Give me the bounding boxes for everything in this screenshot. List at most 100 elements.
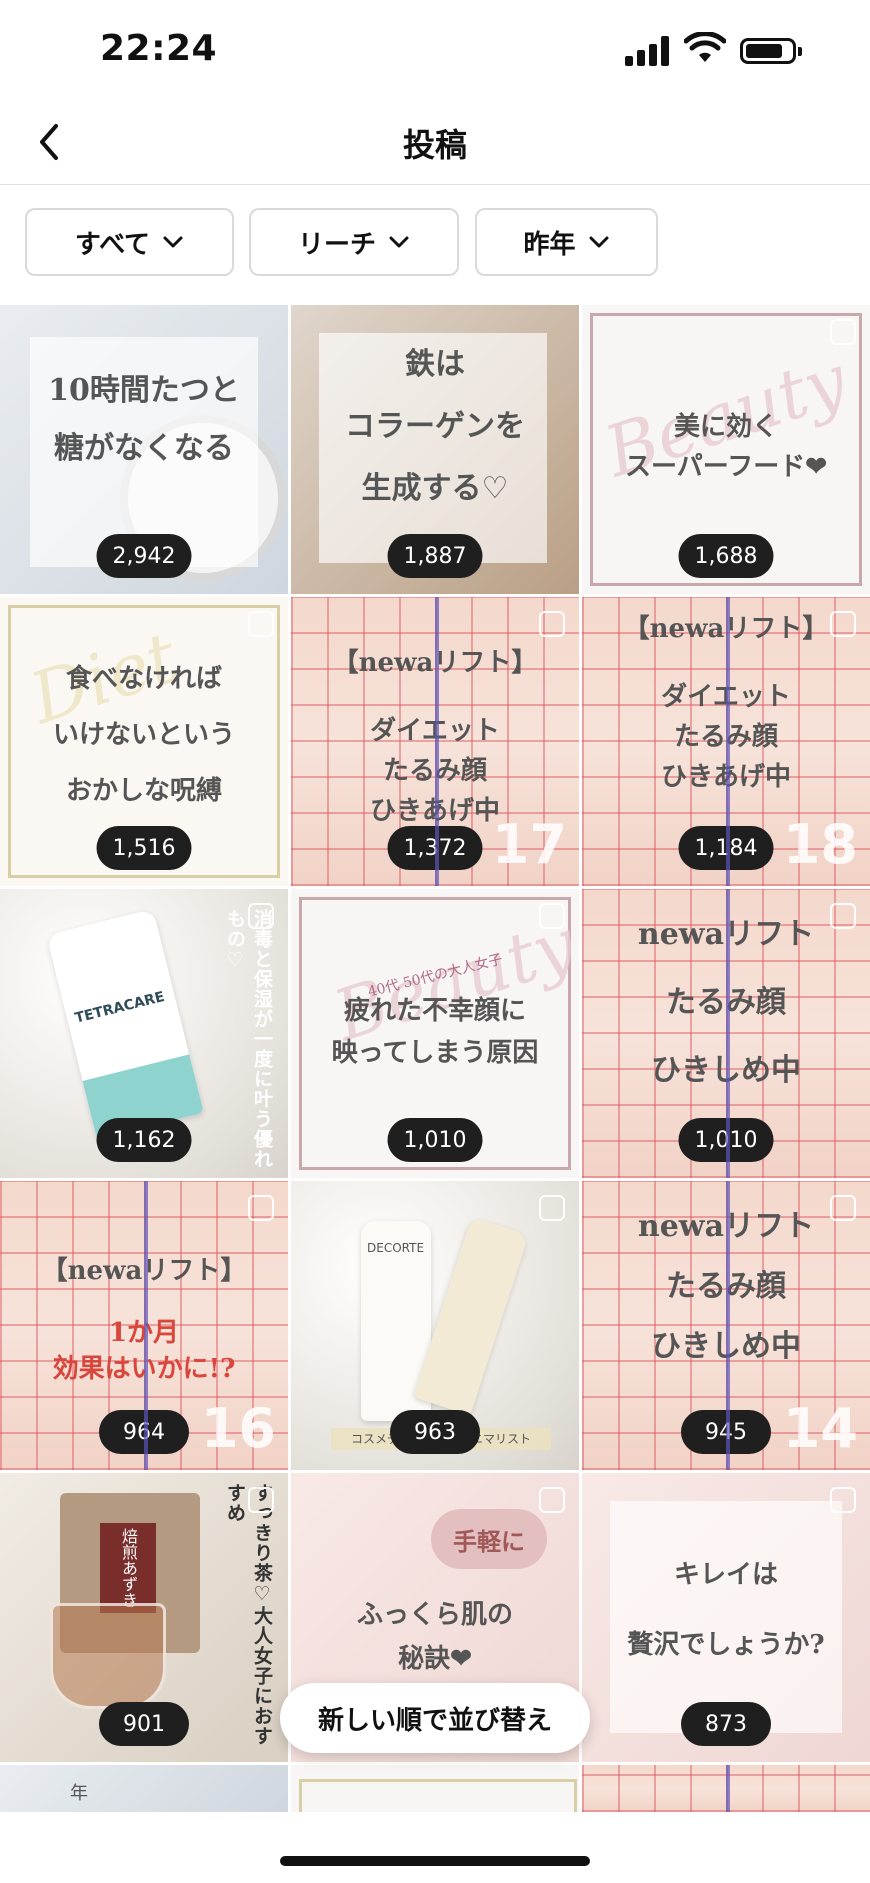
post-thumbnail[interactable]: Diet 食べなければ いけないという おかしな呪縛 1,516	[0, 597, 288, 886]
select-checkbox[interactable]	[539, 1487, 565, 1513]
post-text-line: 年	[70, 1783, 88, 1804]
post-thumbnail[interactable]	[291, 1765, 579, 1812]
product-brand: TETRACARE	[73, 988, 167, 1027]
select-checkbox[interactable]	[830, 1487, 856, 1513]
page-title: 投稿	[402, 126, 467, 164]
select-checkbox[interactable]	[248, 1195, 274, 1221]
post-text-line: 疲れた不幸顔に	[343, 996, 526, 1026]
post-thumbnail[interactable]: 鉄は コラーゲンを 生成する♡ 1,887	[291, 305, 579, 594]
post-text-line: おかしな呪縛	[65, 776, 222, 806]
post-text-line: 食べなければ	[65, 664, 222, 694]
filter-metric-label: リーチ	[297, 229, 376, 260]
reach-count-badge: 1,516	[96, 826, 192, 870]
post-thumbnail[interactable]: 【newaリフト】 ダイエット たるみ顔 ひきあげ中 18 1,184	[582, 597, 870, 886]
post-text-line: 【newaリフト】	[41, 1256, 247, 1286]
post-text-line: ダイエット	[661, 682, 791, 712]
filter-metric-dropdown[interactable]: リーチ	[249, 208, 459, 276]
post-number-overlay: 16	[200, 1397, 276, 1460]
post-thumbnail[interactable]: 10時間たつと 糖がなくなる 2,942	[0, 305, 288, 594]
filter-period-label: 昨年	[523, 229, 576, 260]
post-thumbnail[interactable]: DECORTE コスメデコルテ ミニマリスト 963	[291, 1181, 579, 1470]
post-vertical-text: すっきり茶♡大人女子におすすめ	[224, 1483, 273, 1746]
post-text-line: newaリフト	[637, 917, 815, 952]
select-checkbox[interactable]	[539, 1195, 565, 1221]
post-thumbnail[interactable]: Beauty 美に効く スーパーフード❤ 1,688	[582, 305, 870, 594]
reach-count-badge: 1,162	[96, 1118, 192, 1162]
reach-count-badge: 1,010	[678, 1118, 774, 1162]
wifi-icon	[684, 32, 726, 62]
chevron-down-icon	[163, 236, 183, 248]
post-text-line: いけないという	[52, 720, 235, 750]
select-checkbox[interactable]	[248, 1487, 274, 1513]
package-label: 焙煎あずき	[100, 1523, 156, 1613]
post-thumbnail[interactable]: Beauty 40代 50代の大人女子 疲れた不幸顔に 映ってしまう原因 1,0…	[291, 889, 579, 1178]
select-checkbox[interactable]	[830, 319, 856, 345]
post-thumbnail[interactable]: newaリフト たるみ顔 ひきしめ中 14 945	[582, 1181, 870, 1470]
select-checkbox[interactable]	[248, 611, 274, 637]
reach-count-badge: 1,688	[678, 534, 774, 578]
filter-type-label: すべて	[74, 229, 151, 260]
post-text-line: たるみ顔	[666, 1269, 786, 1304]
post-text-line: コラーゲンを	[345, 409, 525, 444]
reach-count-badge: 1,372	[387, 826, 483, 870]
post-badge: 手軽に	[431, 1509, 547, 1569]
post-text-line: ひきあげ中	[660, 762, 791, 792]
chevron-down-icon	[589, 236, 608, 248]
post-number-overlay: 18	[782, 813, 858, 876]
reach-count-badge: 1,184	[678, 826, 774, 870]
reach-count-badge: 1,887	[387, 534, 483, 578]
reach-count-badge: 964	[99, 1410, 189, 1454]
post-thumbnail[interactable]	[582, 1765, 870, 1812]
post-text-line: 【newaリフト】	[332, 648, 538, 678]
select-checkbox[interactable]	[539, 611, 565, 637]
post-text-line: 秘訣❤	[398, 1644, 472, 1674]
reach-count-badge: 945	[681, 1410, 771, 1454]
select-checkbox[interactable]	[539, 903, 565, 929]
status-bar: 22:24	[0, 0, 870, 100]
reach-count-badge: 873	[681, 1702, 771, 1746]
post-text-line: 10時間たつと	[48, 373, 240, 408]
home-indicator[interactable]	[280, 1856, 590, 1866]
post-text-line: たるみ顔	[673, 722, 778, 752]
post-text-line: たるみ顔	[666, 985, 786, 1020]
post-thumbnail[interactable]: 焙煎あずき すっきり茶♡大人女子におすすめ 901	[0, 1473, 288, 1762]
post-text-line: newaリフト	[637, 1209, 815, 1244]
post-thumbnail[interactable]: 【newaリフト】 ダイエット たるみ顔 ひきあげ中 17 1,372	[291, 597, 579, 886]
post-text-line: キレイは	[673, 1560, 778, 1590]
post-thumbnail[interactable]: 年	[0, 1765, 288, 1812]
reach-count-badge: 1,010	[387, 1118, 483, 1162]
post-text-line: ひきしめ中	[651, 1329, 801, 1364]
post-thumbnail[interactable]: キレイは 贅沢でしょうか? 873	[582, 1473, 870, 1762]
filter-period-dropdown[interactable]: 昨年	[475, 208, 658, 276]
sort-newest-button[interactable]: 新しい順で並び替え	[280, 1683, 590, 1753]
post-text-line: 生成する♡	[361, 471, 509, 506]
chevron-down-icon	[389, 236, 409, 248]
bottom-safe-area	[0, 1812, 870, 1883]
post-red-text: 効果はいかに!?	[52, 1354, 236, 1384]
reach-count-badge: 963	[390, 1410, 480, 1454]
post-text-line: 鉄は	[405, 347, 465, 382]
select-checkbox[interactable]	[248, 903, 274, 929]
post-thumbnail[interactable]: newaリフト たるみ顔 ひきしめ中 1,010	[582, 889, 870, 1178]
filter-bar: すべて リーチ 昨年	[0, 208, 870, 280]
post-text-line: 【newaリフト】	[623, 614, 829, 644]
post-text-line: たるみ顔	[382, 756, 487, 786]
post-vertical-text: 消毒と保湿が一度に叶う優れもの♡	[224, 909, 273, 1169]
battery-icon	[740, 38, 802, 64]
post-thumbnail[interactable]: 【newaリフト】 1か月 効果はいかに!? 16 964	[0, 1181, 288, 1470]
post-text-line: 美に効く	[673, 412, 778, 442]
post-text-line: 贅沢でしょうか?	[627, 1630, 825, 1660]
post-number-overlay: 17	[491, 813, 567, 876]
tea-cup-image	[50, 1603, 166, 1709]
reach-count-badge: 901	[99, 1702, 189, 1746]
reach-count-badge: 2,942	[96, 534, 192, 578]
post-text-line: 映ってしまう原因	[331, 1038, 539, 1068]
post-text-line: 糖がなくなる	[54, 431, 234, 466]
filter-type-dropdown[interactable]: すべて	[25, 208, 234, 276]
post-thumbnail[interactable]: TETRACARE 消毒と保湿が一度に叶う優れもの♡ 1,162	[0, 889, 288, 1178]
post-text-line: ふっくら肌の	[356, 1600, 513, 1630]
status-time: 22:24	[100, 28, 218, 69]
product-brand: DECORTE	[367, 1241, 425, 1255]
post-text-line: スーパーフード❤	[625, 452, 827, 482]
product-tube-image: TETRACARE	[46, 908, 204, 1140]
